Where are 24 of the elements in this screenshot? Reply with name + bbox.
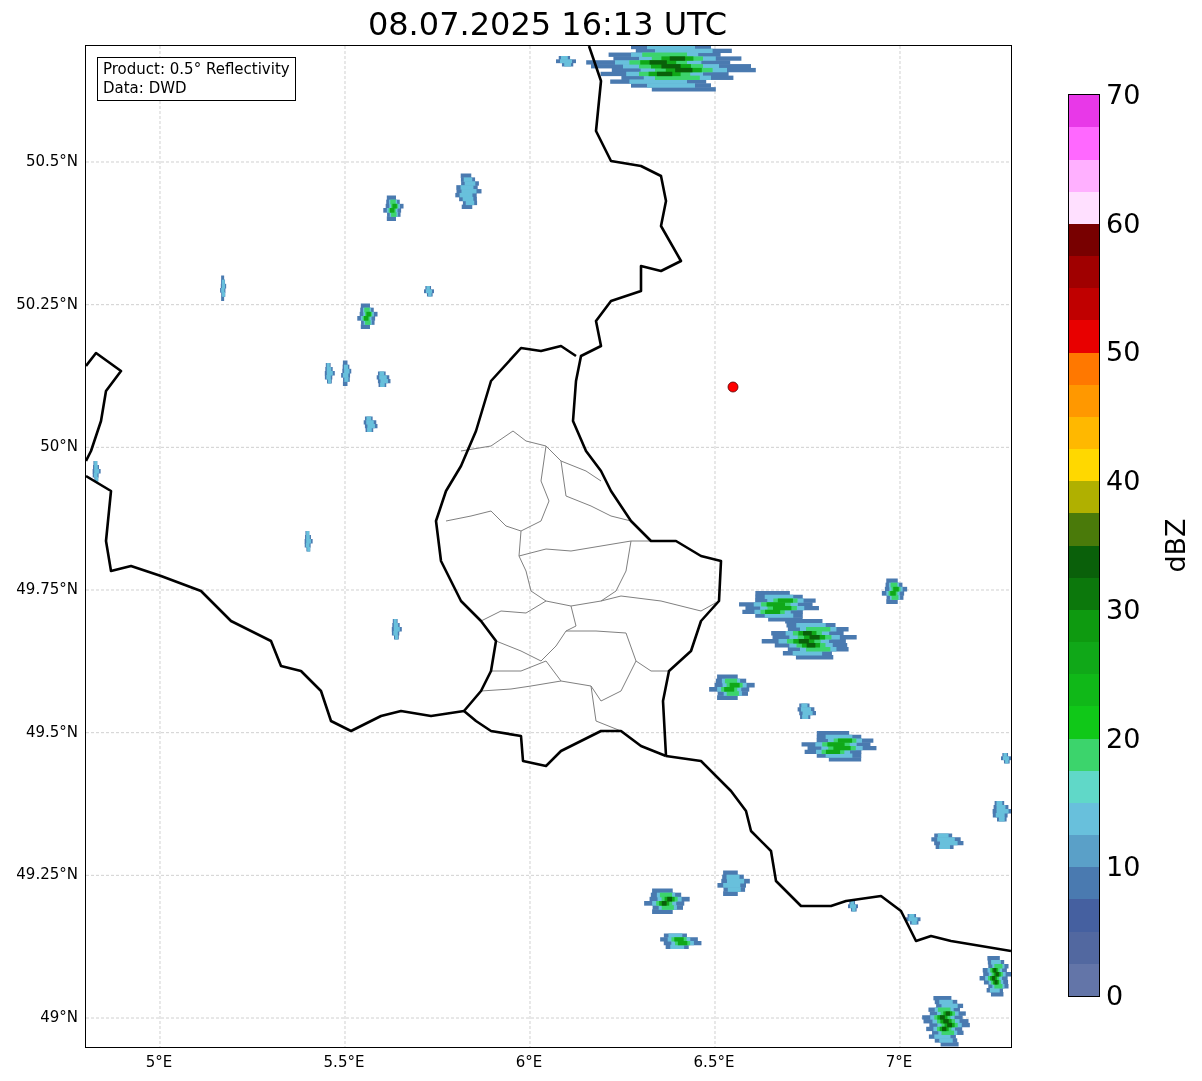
latitude-label: 49.25°N xyxy=(16,865,78,884)
latitude-label: 50.5°N xyxy=(25,152,78,170)
colorbar-tick-label: 40 xyxy=(1106,466,1141,494)
colorbar-label: dBZ xyxy=(1159,518,1191,573)
colorbar-tick-label: 50 xyxy=(1106,337,1141,365)
colorbar-tick-label: 70 xyxy=(1106,80,1141,108)
latitude-label: 50°N xyxy=(40,437,78,456)
map-title: 08.07.2025 16:13 UTC xyxy=(366,4,729,45)
colorbar-tick-label: 0 xyxy=(1106,981,1124,1009)
colorbar-tick-label: 20 xyxy=(1106,724,1141,752)
latitude-label: 49.5°N xyxy=(25,722,78,741)
longitude-label: 6°E xyxy=(515,1053,543,1071)
colorbar-tick-label: 60 xyxy=(1106,209,1141,237)
longitude-label: 7°E xyxy=(885,1053,913,1071)
longitude-label: 5°E xyxy=(145,1053,173,1071)
longitude-label: 5.5°E xyxy=(323,1053,365,1071)
latitude-label: 50.25°N xyxy=(16,294,78,313)
info-text: Data: DWD xyxy=(103,79,188,98)
info-text: Product: 0.5° Reflectivity xyxy=(103,60,290,79)
longitude-label: 6.5°E xyxy=(693,1053,735,1071)
latitude-label: 49°N xyxy=(40,1008,78,1026)
colorbar-tick-label: 10 xyxy=(1106,852,1141,880)
latitude-label: 49.75°N xyxy=(16,580,78,598)
colorbar-tick-label: 30 xyxy=(1106,595,1141,623)
